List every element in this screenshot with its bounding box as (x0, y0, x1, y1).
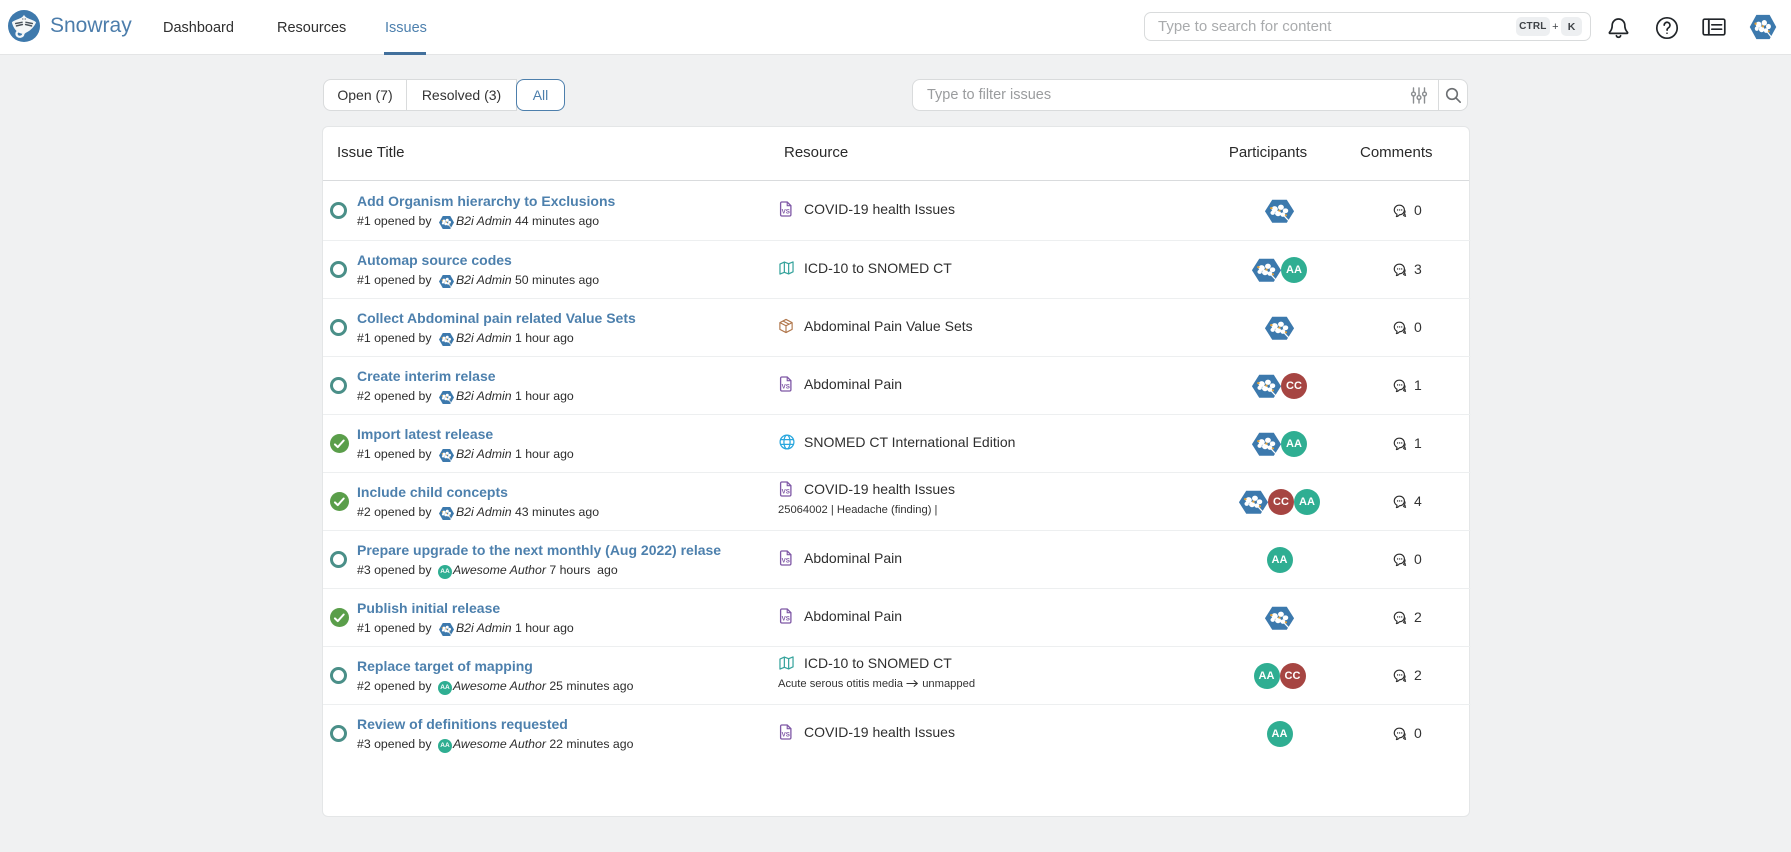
svg-text:VS: VS (782, 616, 790, 623)
svg-text:VS: VS (782, 384, 790, 391)
svg-text:VS: VS (782, 558, 790, 565)
svg-text:VS: VS (782, 209, 790, 216)
svg-text:VS: VS (782, 732, 790, 739)
svg-text:VS: VS (782, 489, 790, 496)
